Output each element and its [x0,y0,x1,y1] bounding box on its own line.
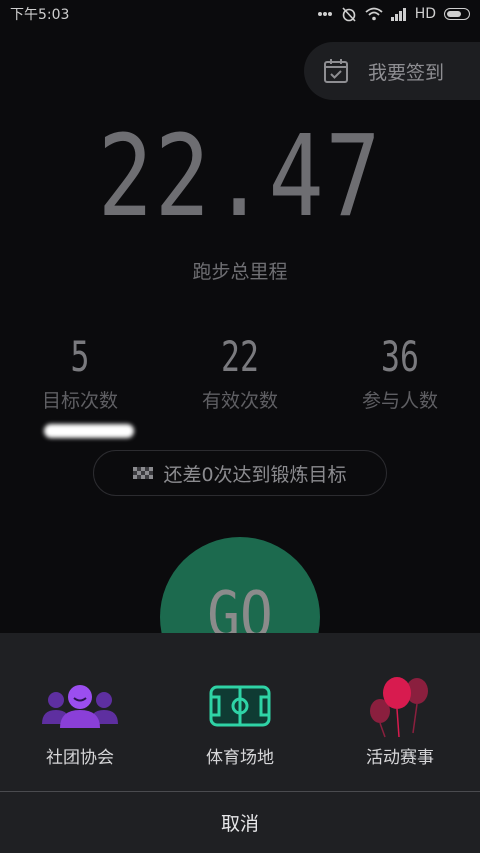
network-label: HD [414,6,436,22]
stat-value: 22 [221,332,259,381]
sheet-items: 社团协会 体育场地 活动赛事 [0,633,480,791]
field-icon [209,671,271,741]
more-dots-icon [317,11,333,17]
selection-indicator [44,424,134,438]
balloons-icon [367,671,433,741]
alarm-off-icon [341,6,357,22]
stat-label: 目标次数 [41,390,118,412]
status-time: 下午5:03 [10,7,70,23]
stat-target-count: 5 目标次数 [0,330,160,413]
bottom-sheet: 社团协会 体育场地 活动赛事 取消 [0,633,480,853]
total-mileage-label: 跑步总里程 [192,261,288,283]
goal-message: 还差0次达到锻炼目标 [93,450,387,496]
stat-participants: 36 参与人数 [320,330,480,413]
checkered-flag-icon [133,462,154,484]
group-icon [41,671,119,741]
stat-label: 参与人数 [361,390,438,412]
stat-value: 5 [70,332,90,381]
signin-label: 我要签到 [368,61,445,84]
wifi-icon [365,7,383,21]
stat-label: 有效次数 [201,390,278,412]
status-icons: HD [317,6,470,22]
sheet-item-events[interactable]: 活动赛事 [320,633,480,791]
sheet-item-label: 体育场地 [206,748,274,768]
signin-button[interactable]: 我要签到 [304,42,480,100]
battery-icon [444,8,470,20]
status-bar: 下午5:03 HD [0,0,480,28]
total-mileage-value: 22.47 [97,112,383,242]
sheet-item-label: 活动赛事 [366,748,434,768]
stat-valid-count: 22 有效次数 [160,330,320,413]
cancel-button[interactable]: 取消 [0,792,480,853]
goal-message-text: 还差0次达到锻炼目标 [163,463,347,486]
calendar-check-icon [322,57,350,85]
sheet-item-clubs[interactable]: 社团协会 [0,633,160,791]
sheet-item-label: 社团协会 [46,748,114,768]
sheet-item-venues[interactable]: 体育场地 [160,633,320,791]
signal-icon [390,7,407,21]
stat-value: 36 [381,332,419,381]
stats-row: 5 目标次数 22 有效次数 36 参与人数 [0,330,480,413]
